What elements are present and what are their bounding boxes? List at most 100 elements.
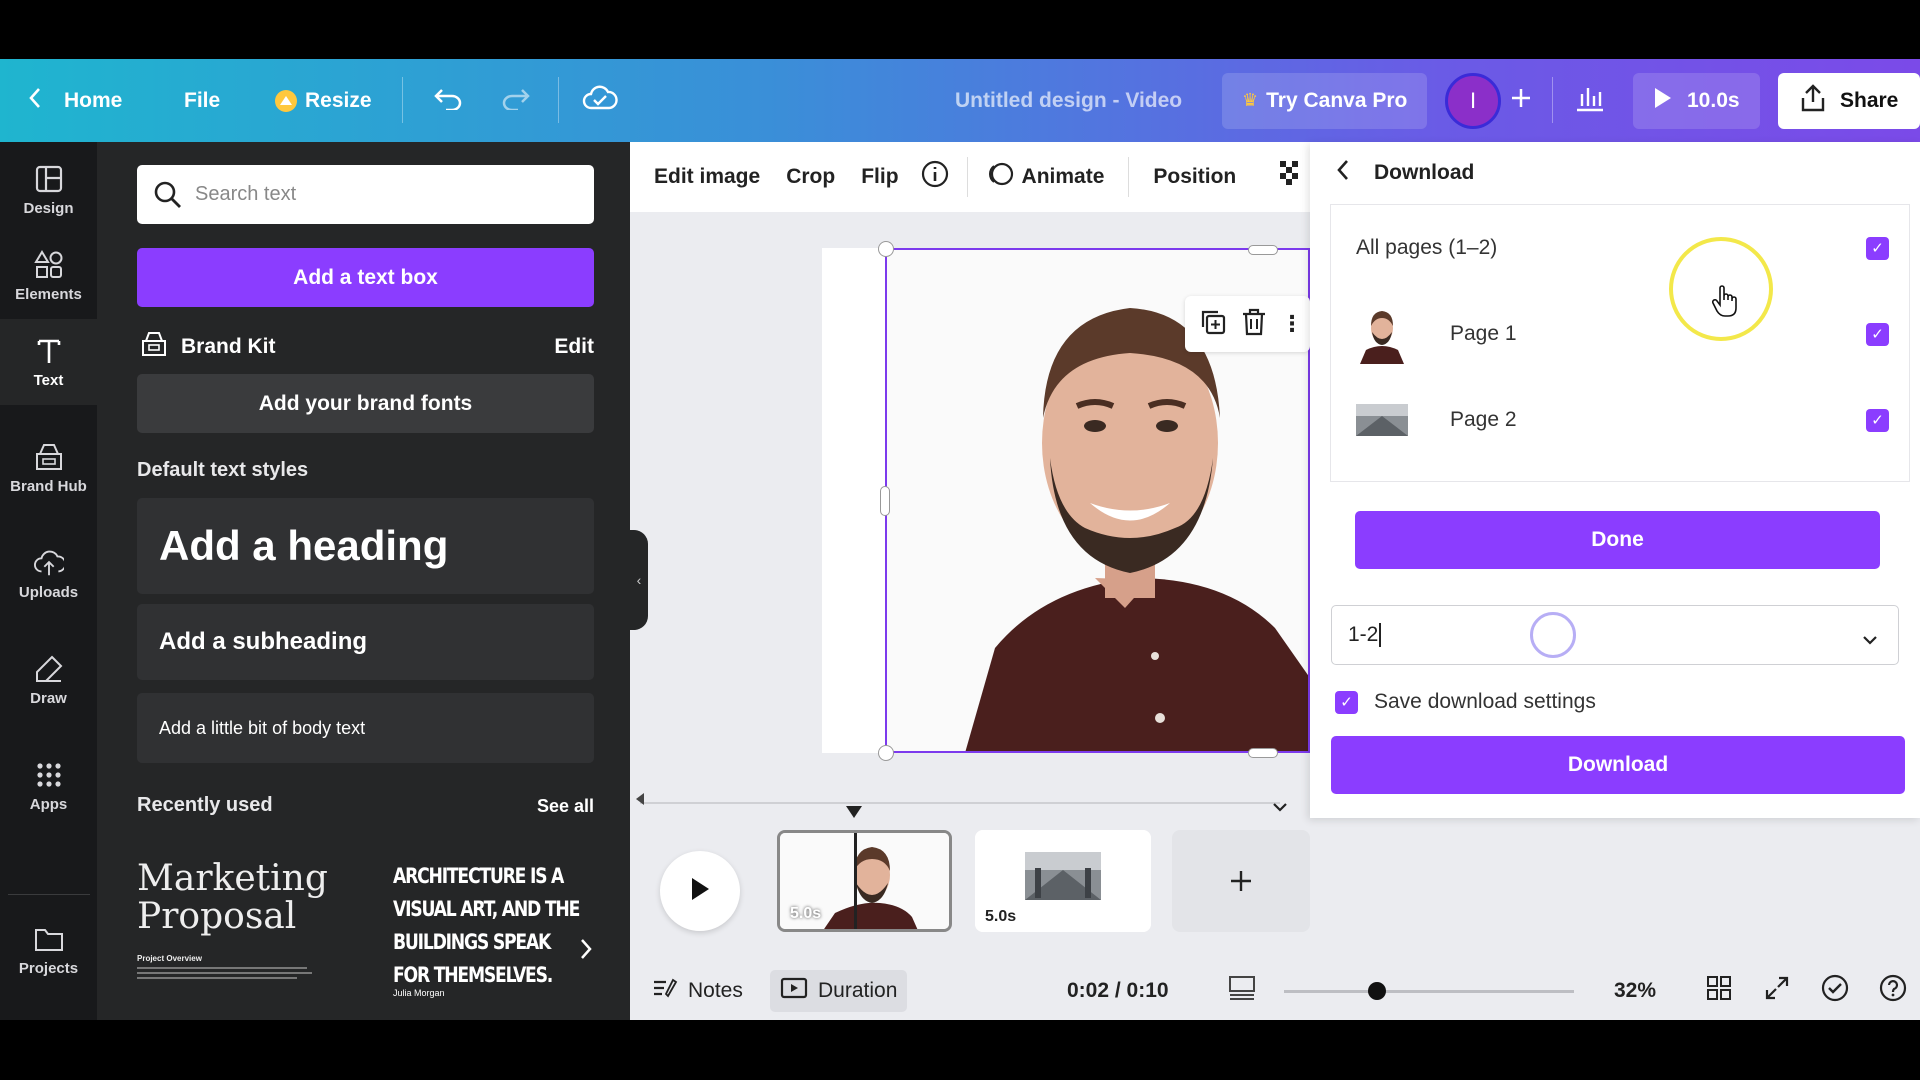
page-2-checkbox[interactable]: ✓	[1866, 408, 1889, 432]
file-menu[interactable]: File	[184, 59, 220, 142]
rail-item-uploads[interactable]: Uploads	[0, 531, 97, 617]
download-button[interactable]: Download	[1331, 736, 1905, 794]
done-button[interactable]: Done	[1355, 511, 1880, 569]
search-input[interactable]: Search text	[137, 165, 594, 224]
notes-button[interactable]: Notes	[652, 962, 743, 1020]
page-row-2[interactable]: Page 2 ✓	[1331, 377, 1911, 463]
avatar[interactable]: I	[1445, 72, 1501, 129]
duration-button[interactable]: Duration	[770, 970, 908, 1012]
all-pages-label: All pages (1–2)	[1356, 236, 1498, 259]
crop-button[interactable]: Crop	[786, 165, 835, 189]
rail-item-brand-hub[interactable]: Brand Hub	[0, 425, 97, 511]
home-label: Home	[64, 88, 123, 112]
rail-item-design[interactable]: Design	[0, 147, 97, 233]
undo-button[interactable]	[432, 59, 464, 142]
try-pro-wrap: ♛ Try Canva Pro	[1222, 59, 1428, 142]
animate-icon	[986, 160, 1014, 194]
layout-icon	[34, 164, 64, 194]
rail-label: Apps	[29, 795, 68, 813]
rail-item-apps[interactable]: Apps	[0, 743, 97, 829]
cloud-save-button[interactable]	[582, 59, 618, 142]
text-icon	[34, 336, 64, 366]
transparency-icon[interactable]	[1280, 161, 1302, 193]
add-collaborator-button[interactable]	[1510, 59, 1532, 142]
add-page-button[interactable]	[1172, 830, 1310, 932]
resize-button[interactable]: Resize	[275, 59, 372, 142]
add-subheading-button[interactable]: Add a subheading	[137, 604, 594, 680]
expand-icon	[1764, 975, 1790, 1007]
timeline-clip-1[interactable]: 5.0s	[777, 830, 952, 932]
redo-button[interactable]	[500, 59, 532, 142]
help-button[interactable]	[1878, 962, 1908, 1020]
clip-duration: 5.0s	[790, 905, 822, 922]
divider	[966, 157, 968, 197]
see-all-link[interactable]: See all	[537, 796, 594, 817]
save-settings-checkbox[interactable]: ✓	[1335, 690, 1358, 714]
trash-icon[interactable]	[1241, 308, 1267, 341]
page-select-list: All pages (1–2) ✓ Page 1 ✓ Page 2 ✓	[1330, 204, 1910, 482]
position-button[interactable]: Position	[1153, 165, 1236, 189]
rail-item-text[interactable]: Text	[0, 319, 97, 405]
more-icon[interactable]: ⋮	[1281, 311, 1303, 337]
upload-icon	[33, 548, 64, 578]
all-pages-checkbox[interactable]: ✓	[1866, 236, 1889, 260]
flip-button[interactable]: Flip	[861, 165, 898, 189]
chevron-left-icon: ‹	[636, 572, 642, 588]
edit-image-button[interactable]: Edit image	[654, 165, 760, 189]
try-pro-button[interactable]: ♛ Try Canva Pro	[1222, 72, 1428, 129]
collapse-panel-handle[interactable]: ‹	[630, 530, 648, 630]
resize-handle[interactable]	[1248, 748, 1278, 758]
animate-button[interactable]: Animate	[986, 160, 1104, 194]
info-icon[interactable]	[921, 160, 949, 194]
back-arrow-icon[interactable]	[1336, 159, 1350, 187]
design-title[interactable]: Untitled design - Video	[955, 59, 1182, 142]
page-view-toggle[interactable]	[1227, 962, 1257, 1020]
add-body-text-button[interactable]: Add a little bit of body text	[137, 693, 594, 763]
recent-template-architecture[interactable]: ARCHITECTURE IS A VISUAL ART, AND THE BU…	[393, 860, 593, 1020]
element-quick-actions: ⋮	[1185, 296, 1310, 352]
brand-kit-edit-link[interactable]: Edit	[554, 335, 594, 359]
resize-handle[interactable]	[878, 241, 894, 257]
playhead-marker[interactable]	[846, 806, 862, 818]
download-panel-header: Download	[1310, 142, 1920, 204]
add-text-box-button[interactable]: Add a text box	[137, 248, 594, 307]
timeline-play-button[interactable]	[660, 851, 740, 931]
add-heading-button[interactable]: Add a heading	[137, 498, 594, 594]
timeline-scrubber-track[interactable]	[640, 802, 1280, 804]
zoom-level[interactable]: 32%	[1614, 962, 1656, 1020]
page-1-checkbox[interactable]: ✓	[1866, 322, 1889, 346]
duplicate-icon[interactable]	[1199, 308, 1227, 341]
recent-template-marketing[interactable]: Marketing Proposal Project Overview	[137, 860, 337, 1020]
play-present-button[interactable]: 10.0s	[1633, 72, 1760, 129]
scroll-left-icon[interactable]	[636, 793, 644, 805]
rail-item-elements[interactable]: Elements	[0, 233, 97, 319]
loading-ring	[1530, 612, 1576, 658]
share-label: Share	[1840, 88, 1899, 112]
page-range-value: 1-2	[1348, 623, 1379, 646]
share-button[interactable]: Share	[1778, 72, 1920, 129]
chevron-down-icon[interactable]	[1272, 800, 1288, 818]
resize-handle[interactable]	[880, 486, 890, 516]
grid-view-button[interactable]	[1706, 962, 1732, 1020]
duration-icon	[780, 977, 808, 1005]
rail-item-projects[interactable]: Projects	[0, 907, 97, 993]
page-range-field[interactable]: 1-2	[1331, 605, 1899, 665]
chevron-down-icon[interactable]	[1862, 628, 1878, 652]
top-bar: Home File Resize Untitled design - Video…	[0, 59, 1920, 142]
resize-handle[interactable]	[1248, 245, 1278, 255]
chevron-right-icon[interactable]	[579, 937, 593, 966]
all-pages-row[interactable]: All pages (1–2) ✓	[1331, 205, 1911, 291]
home-button[interactable]: Home	[28, 59, 122, 142]
check-button[interactable]	[1820, 962, 1850, 1020]
add-brand-fonts-button[interactable]: Add your brand fonts	[137, 374, 594, 433]
page-row-1[interactable]: Page 1 ✓	[1331, 291, 1911, 377]
resize-handle[interactable]	[878, 745, 894, 761]
notes-icon	[652, 976, 678, 1006]
save-settings-row[interactable]: ✓ Save download settings	[1335, 682, 1596, 722]
fullscreen-button[interactable]	[1764, 962, 1790, 1020]
timeline-clip-2[interactable]: 5.0s	[975, 830, 1151, 932]
zoom-slider[interactable]	[1284, 982, 1574, 1000]
insights-button[interactable]	[1574, 59, 1606, 142]
rail-item-draw[interactable]: Draw	[0, 637, 97, 723]
zoom-slider-thumb[interactable]	[1367, 982, 1386, 1000]
